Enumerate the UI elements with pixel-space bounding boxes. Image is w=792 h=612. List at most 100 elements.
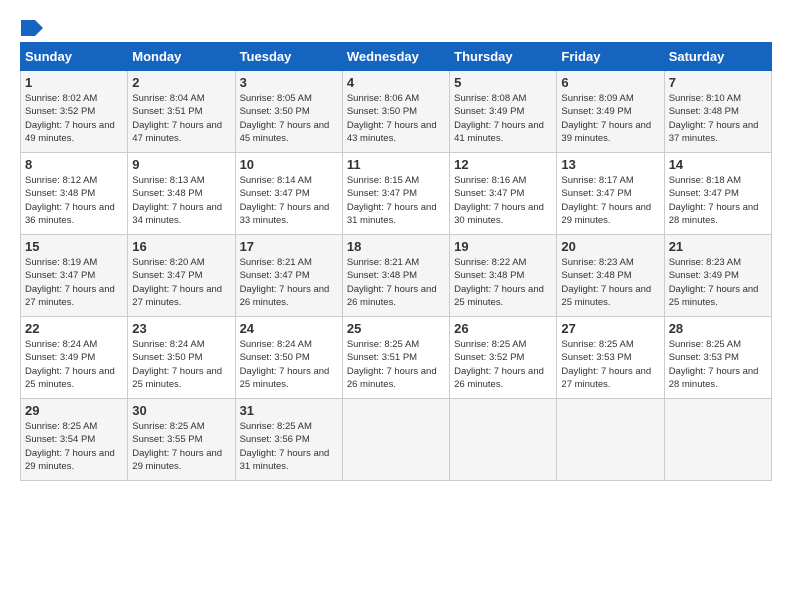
cell-content: Sunrise: 8:08 AM Sunset: 3:49 PM Dayligh…: [454, 92, 552, 145]
day-number: 9: [132, 157, 230, 172]
week-row-1: 1 Sunrise: 8:02 AM Sunset: 3:52 PM Dayli…: [21, 71, 772, 153]
day-number: 6: [561, 75, 659, 90]
day-number: 17: [240, 239, 338, 254]
cell-content: Sunrise: 8:13 AM Sunset: 3:48 PM Dayligh…: [132, 174, 230, 227]
header-row: SundayMondayTuesdayWednesdayThursdayFrid…: [21, 43, 772, 71]
cell-content: Sunrise: 8:06 AM Sunset: 3:50 PM Dayligh…: [347, 92, 445, 145]
cell-content: Sunrise: 8:02 AM Sunset: 3:52 PM Dayligh…: [25, 92, 123, 145]
calendar-cell: 29 Sunrise: 8:25 AM Sunset: 3:54 PM Dayl…: [21, 399, 128, 481]
day-number: 29: [25, 403, 123, 418]
cell-content: Sunrise: 8:12 AM Sunset: 3:48 PM Dayligh…: [25, 174, 123, 227]
logo: [20, 20, 44, 32]
cell-content: Sunrise: 8:19 AM Sunset: 3:47 PM Dayligh…: [25, 256, 123, 309]
cell-content: Sunrise: 8:21 AM Sunset: 3:48 PM Dayligh…: [347, 256, 445, 309]
calendar-cell: 21 Sunrise: 8:23 AM Sunset: 3:49 PM Dayl…: [664, 235, 771, 317]
day-header-tuesday: Tuesday: [235, 43, 342, 71]
cell-content: Sunrise: 8:23 AM Sunset: 3:48 PM Dayligh…: [561, 256, 659, 309]
calendar-cell: 22 Sunrise: 8:24 AM Sunset: 3:49 PM Dayl…: [21, 317, 128, 399]
cell-content: Sunrise: 8:25 AM Sunset: 3:54 PM Dayligh…: [25, 420, 123, 473]
day-number: 19: [454, 239, 552, 254]
calendar-cell: 23 Sunrise: 8:24 AM Sunset: 3:50 PM Dayl…: [128, 317, 235, 399]
cell-content: Sunrise: 8:16 AM Sunset: 3:47 PM Dayligh…: [454, 174, 552, 227]
cell-content: Sunrise: 8:04 AM Sunset: 3:51 PM Dayligh…: [132, 92, 230, 145]
day-number: 12: [454, 157, 552, 172]
calendar-cell: 24 Sunrise: 8:24 AM Sunset: 3:50 PM Dayl…: [235, 317, 342, 399]
calendar-cell: 1 Sunrise: 8:02 AM Sunset: 3:52 PM Dayli…: [21, 71, 128, 153]
calendar-cell: 4 Sunrise: 8:06 AM Sunset: 3:50 PM Dayli…: [342, 71, 449, 153]
cell-content: Sunrise: 8:05 AM Sunset: 3:50 PM Dayligh…: [240, 92, 338, 145]
day-header-wednesday: Wednesday: [342, 43, 449, 71]
cell-content: Sunrise: 8:25 AM Sunset: 3:52 PM Dayligh…: [454, 338, 552, 391]
calendar-cell: [450, 399, 557, 481]
week-row-5: 29 Sunrise: 8:25 AM Sunset: 3:54 PM Dayl…: [21, 399, 772, 481]
day-number: 21: [669, 239, 767, 254]
calendar-cell: 3 Sunrise: 8:05 AM Sunset: 3:50 PM Dayli…: [235, 71, 342, 153]
calendar-cell: 10 Sunrise: 8:14 AM Sunset: 3:47 PM Dayl…: [235, 153, 342, 235]
calendar-cell: 13 Sunrise: 8:17 AM Sunset: 3:47 PM Dayl…: [557, 153, 664, 235]
calendar-cell: 20 Sunrise: 8:23 AM Sunset: 3:48 PM Dayl…: [557, 235, 664, 317]
calendar-cell: 27 Sunrise: 8:25 AM Sunset: 3:53 PM Dayl…: [557, 317, 664, 399]
day-number: 25: [347, 321, 445, 336]
day-number: 11: [347, 157, 445, 172]
cell-content: Sunrise: 8:25 AM Sunset: 3:56 PM Dayligh…: [240, 420, 338, 473]
cell-content: Sunrise: 8:15 AM Sunset: 3:47 PM Dayligh…: [347, 174, 445, 227]
week-row-2: 8 Sunrise: 8:12 AM Sunset: 3:48 PM Dayli…: [21, 153, 772, 235]
calendar-table: SundayMondayTuesdayWednesdayThursdayFrid…: [20, 42, 772, 481]
cell-content: Sunrise: 8:25 AM Sunset: 3:51 PM Dayligh…: [347, 338, 445, 391]
calendar-cell: 8 Sunrise: 8:12 AM Sunset: 3:48 PM Dayli…: [21, 153, 128, 235]
calendar-cell: 5 Sunrise: 8:08 AM Sunset: 3:49 PM Dayli…: [450, 71, 557, 153]
week-row-4: 22 Sunrise: 8:24 AM Sunset: 3:49 PM Dayl…: [21, 317, 772, 399]
calendar-cell: 28 Sunrise: 8:25 AM Sunset: 3:53 PM Dayl…: [664, 317, 771, 399]
calendar-cell: 6 Sunrise: 8:09 AM Sunset: 3:49 PM Dayli…: [557, 71, 664, 153]
day-number: 14: [669, 157, 767, 172]
calendar-cell: 17 Sunrise: 8:21 AM Sunset: 3:47 PM Dayl…: [235, 235, 342, 317]
week-row-3: 15 Sunrise: 8:19 AM Sunset: 3:47 PM Dayl…: [21, 235, 772, 317]
cell-content: Sunrise: 8:10 AM Sunset: 3:48 PM Dayligh…: [669, 92, 767, 145]
header: [20, 20, 772, 32]
cell-content: Sunrise: 8:09 AM Sunset: 3:49 PM Dayligh…: [561, 92, 659, 145]
day-header-saturday: Saturday: [664, 43, 771, 71]
day-number: 10: [240, 157, 338, 172]
day-number: 7: [669, 75, 767, 90]
calendar-cell: 2 Sunrise: 8:04 AM Sunset: 3:51 PM Dayli…: [128, 71, 235, 153]
calendar-cell: [342, 399, 449, 481]
cell-content: Sunrise: 8:23 AM Sunset: 3:49 PM Dayligh…: [669, 256, 767, 309]
calendar-cell: 31 Sunrise: 8:25 AM Sunset: 3:56 PM Dayl…: [235, 399, 342, 481]
cell-content: Sunrise: 8:24 AM Sunset: 3:50 PM Dayligh…: [132, 338, 230, 391]
day-number: 23: [132, 321, 230, 336]
day-header-thursday: Thursday: [450, 43, 557, 71]
cell-content: Sunrise: 8:25 AM Sunset: 3:55 PM Dayligh…: [132, 420, 230, 473]
calendar-cell: 19 Sunrise: 8:22 AM Sunset: 3:48 PM Dayl…: [450, 235, 557, 317]
calendar-cell: 9 Sunrise: 8:13 AM Sunset: 3:48 PM Dayli…: [128, 153, 235, 235]
day-number: 31: [240, 403, 338, 418]
day-number: 2: [132, 75, 230, 90]
calendar-cell: 26 Sunrise: 8:25 AM Sunset: 3:52 PM Dayl…: [450, 317, 557, 399]
day-number: 4: [347, 75, 445, 90]
cell-content: Sunrise: 8:20 AM Sunset: 3:47 PM Dayligh…: [132, 256, 230, 309]
cell-content: Sunrise: 8:25 AM Sunset: 3:53 PM Dayligh…: [669, 338, 767, 391]
cell-content: Sunrise: 8:14 AM Sunset: 3:47 PM Dayligh…: [240, 174, 338, 227]
calendar-cell: 25 Sunrise: 8:25 AM Sunset: 3:51 PM Dayl…: [342, 317, 449, 399]
cell-content: Sunrise: 8:25 AM Sunset: 3:53 PM Dayligh…: [561, 338, 659, 391]
day-header-monday: Monday: [128, 43, 235, 71]
day-number: 15: [25, 239, 123, 254]
day-number: 8: [25, 157, 123, 172]
cell-content: Sunrise: 8:17 AM Sunset: 3:47 PM Dayligh…: [561, 174, 659, 227]
calendar-cell: [557, 399, 664, 481]
calendar-cell: 30 Sunrise: 8:25 AM Sunset: 3:55 PM Dayl…: [128, 399, 235, 481]
calendar-cell: 12 Sunrise: 8:16 AM Sunset: 3:47 PM Dayl…: [450, 153, 557, 235]
cell-content: Sunrise: 8:21 AM Sunset: 3:47 PM Dayligh…: [240, 256, 338, 309]
day-number: 3: [240, 75, 338, 90]
cell-content: Sunrise: 8:24 AM Sunset: 3:49 PM Dayligh…: [25, 338, 123, 391]
day-number: 5: [454, 75, 552, 90]
day-number: 1: [25, 75, 123, 90]
day-number: 22: [25, 321, 123, 336]
day-number: 26: [454, 321, 552, 336]
cell-content: Sunrise: 8:18 AM Sunset: 3:47 PM Dayligh…: [669, 174, 767, 227]
day-number: 28: [669, 321, 767, 336]
day-number: 13: [561, 157, 659, 172]
day-number: 16: [132, 239, 230, 254]
calendar-cell: [664, 399, 771, 481]
day-number: 20: [561, 239, 659, 254]
day-number: 27: [561, 321, 659, 336]
